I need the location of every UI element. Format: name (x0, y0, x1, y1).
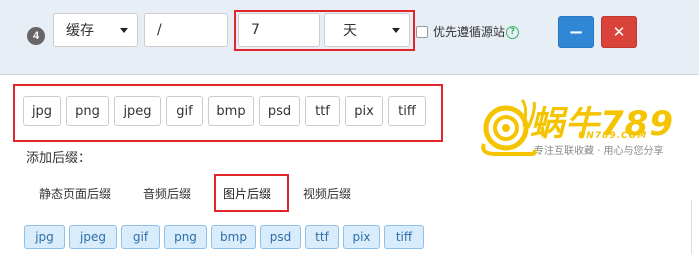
suffix-tag-list: jpg jpeg gif png bmp psd ttf pix tiff (24, 225, 424, 249)
prefer-origin-checkbox[interactable] (416, 26, 428, 38)
tab-audio-suffix[interactable]: 音频后缀 (132, 182, 202, 205)
snail-logo-icon (481, 98, 537, 156)
extension-chip[interactable]: ttf (305, 96, 340, 126)
suffix-tag[interactable]: tiff (384, 225, 424, 249)
prefer-origin-label: 优先遵循源站? (433, 23, 520, 40)
close-icon: ✕ (612, 23, 626, 41)
path-input-value: / (157, 22, 162, 38)
extension-chip[interactable]: tiff (388, 96, 426, 126)
delete-rule-button[interactable]: ✕ (601, 16, 637, 48)
suffix-tag[interactable]: ttf (305, 225, 339, 249)
suffix-tag[interactable]: png (164, 225, 207, 249)
extension-chip[interactable]: bmp (208, 96, 254, 126)
extension-chip[interactable]: psd (259, 96, 300, 126)
suffix-tag[interactable]: psd (260, 225, 301, 249)
selected-extensions-list: jpg png jpeg gif bmp psd ttf pix tiff (23, 96, 426, 126)
suffix-tag[interactable]: pix (343, 225, 380, 249)
path-input[interactable]: / (144, 13, 228, 47)
add-suffix-label: 添加后缀： (26, 151, 92, 166)
tab-image-suffix[interactable]: 图片后缀 (212, 182, 282, 205)
duration-input-value: 7 (251, 22, 260, 38)
extension-chip[interactable]: gif (166, 96, 203, 126)
suffix-tag[interactable]: jpeg (69, 225, 117, 249)
suffix-category-tabs: 静态页面后缀 音频后缀 图片后缀 视频后缀 (28, 182, 372, 205)
prefer-origin-text: 优先遵循源站 (433, 25, 506, 39)
extension-chip[interactable]: pix (345, 96, 383, 126)
extension-chip[interactable]: jpg (23, 96, 61, 126)
logo-domain: UN789.COM (578, 131, 648, 141)
rule-type-select[interactable]: 缓存 (53, 13, 138, 47)
panel-divider (691, 200, 692, 254)
suffix-tag[interactable]: jpg (24, 225, 65, 249)
suffix-tag[interactable]: bmp (211, 225, 256, 249)
duration-unit-value: 天 (343, 23, 357, 39)
logo-slogan: 专注互联收藏 · 用心与您分享 (534, 146, 664, 157)
help-icon[interactable]: ? (506, 26, 520, 39)
cache-rule-row: 4 缓存 / 7 天 优先遵循源站? − ✕ (0, 0, 699, 75)
rule-type-value: 缓存 (66, 23, 94, 39)
tab-video-suffix[interactable]: 视频后缀 (292, 182, 362, 205)
chevron-down-icon (120, 28, 128, 33)
extension-chip[interactable]: png (66, 96, 109, 126)
remove-rule-button[interactable]: − (558, 16, 594, 48)
minus-icon: − (568, 21, 584, 43)
site-logo: 蜗牛789 UN789.COM 专注互联收藏 · 用心与您分享 (458, 96, 693, 160)
extension-chip[interactable]: jpeg (114, 96, 161, 126)
suffix-tag[interactable]: gif (121, 225, 160, 249)
chevron-down-icon (392, 28, 400, 33)
rule-index-badge: 4 (27, 27, 45, 45)
duration-unit-select[interactable]: 天 (324, 13, 410, 47)
duration-input[interactable]: 7 (238, 13, 320, 47)
tab-static-page-suffix[interactable]: 静态页面后缀 (28, 182, 122, 205)
